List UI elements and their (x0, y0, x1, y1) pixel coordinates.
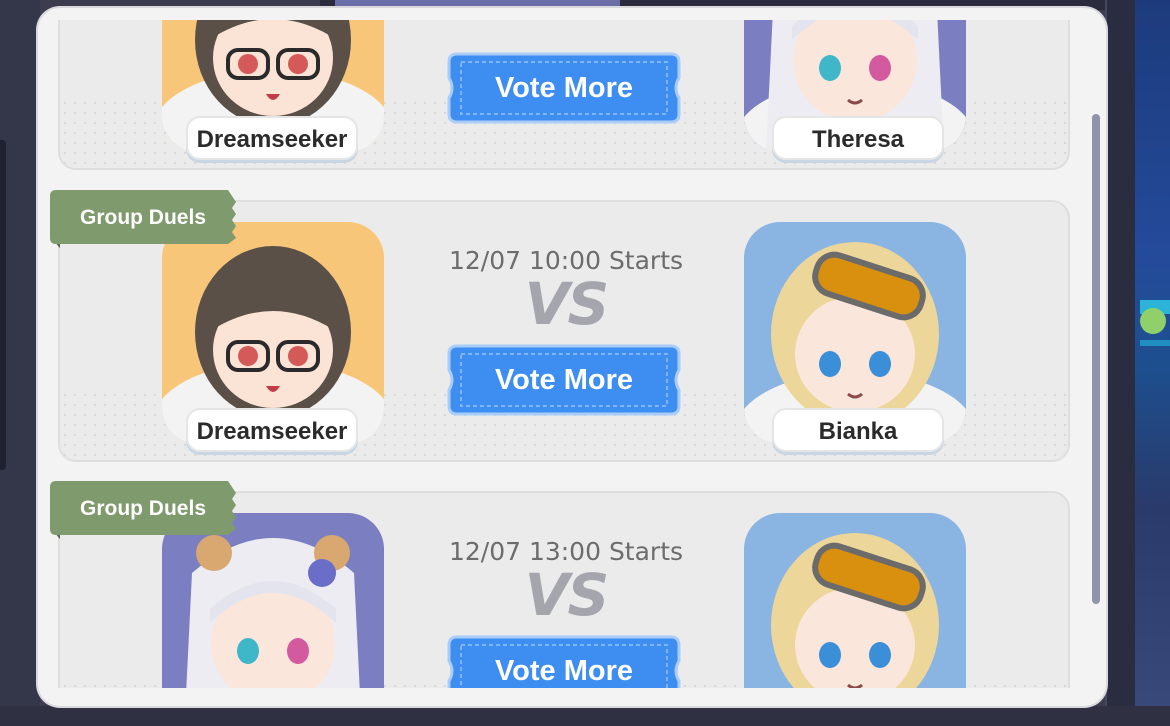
group-duels-label: Group Duels (79, 497, 206, 520)
vs-label: VS (524, 561, 610, 629)
background-right-dot (1140, 308, 1166, 334)
background-right-stripe-2 (1140, 340, 1170, 346)
right-contestant-name: Theresa (772, 116, 944, 160)
background-left-bar (0, 140, 6, 470)
group-duels-ribbon: Group Duels (50, 479, 240, 551)
left-contestant-name: Dreamseeker (186, 408, 358, 452)
vote-more-button[interactable]: Vote More (447, 52, 681, 124)
vote-more-button[interactable]: Vote More (447, 344, 681, 416)
group-duels-label: Group Duels (79, 206, 206, 229)
vote-more-button[interactable]: Vote More (447, 635, 681, 688)
bianka-avatar-icon[interactable] (744, 513, 966, 688)
vote-more-label: Vote More (494, 655, 634, 687)
background-bottom (0, 706, 1170, 726)
scrollbar-thumb[interactable] (1092, 114, 1100, 604)
match-card: Dreamseeker VS Vote More (58, 20, 1070, 170)
background-right-frame (1105, 0, 1135, 726)
background-top-tab (335, 0, 620, 8)
background-left (0, 0, 40, 726)
duel-list-scroll-area[interactable]: Dreamseeker VS Vote More (38, 20, 1106, 688)
vote-more-label: Vote More (494, 364, 634, 396)
vs-label: VS (524, 270, 610, 338)
right-contestant-name: Bianka (772, 408, 944, 452)
left-contestant-name: Dreamseeker (186, 116, 358, 160)
group-duels-ribbon: Group Duels (50, 188, 240, 260)
vote-more-label: Vote More (494, 72, 634, 104)
duel-list-panel: Dreamseeker VS Vote More (38, 8, 1106, 706)
